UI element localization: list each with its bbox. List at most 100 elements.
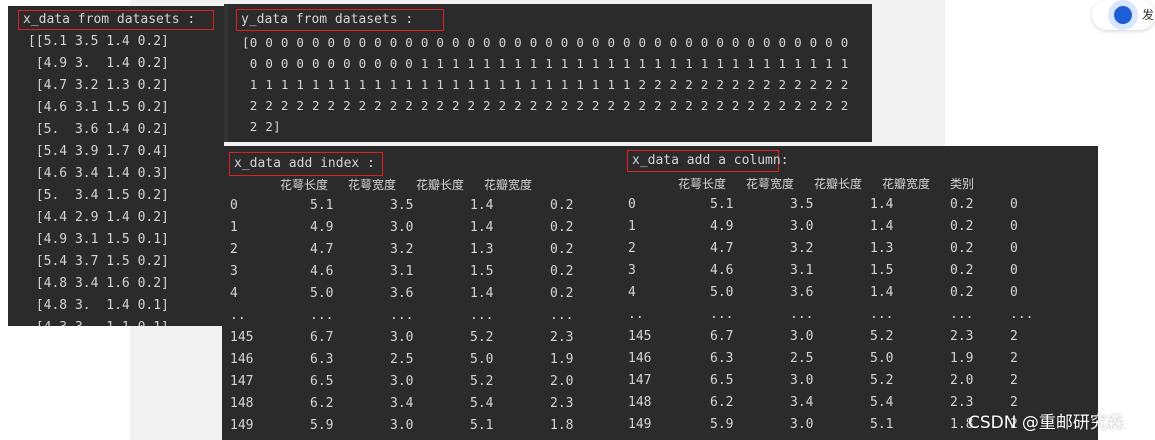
array-row: [5.4 3.9 1.7 0.4]	[28, 144, 169, 159]
table-cell: 1.3	[870, 241, 894, 256]
table-cell: 3.0	[390, 220, 414, 235]
row-index: 147	[230, 374, 254, 389]
table-cell: 2.3	[550, 330, 574, 345]
table-cell: 4.7	[710, 241, 734, 256]
array-row: [4.3 3. 1.1 0.1]	[28, 317, 169, 326]
column-table-title: x_data add a column:	[627, 150, 789, 172]
table-cell: 5.4	[870, 395, 894, 410]
array-row: [5. 3.6 1.4 0.2]	[28, 122, 169, 137]
table-cell: 5.0	[710, 285, 734, 300]
table-cell: 6.3	[710, 351, 734, 366]
table-cell: 5.0	[870, 351, 894, 366]
table-cell: 5.0	[310, 286, 334, 301]
row-index: 148	[230, 396, 254, 411]
table-cell: 0	[1010, 285, 1018, 300]
table-cell: 6.2	[710, 395, 734, 410]
row-index: 148	[628, 395, 652, 410]
table-cell: 0.2	[950, 285, 974, 300]
table-cell: 5.2	[470, 330, 494, 345]
array-row: [4.8 3. 1.4 0.1]	[28, 298, 169, 313]
table-cell: 3.5	[790, 197, 814, 212]
table-cell: 6.7	[310, 330, 334, 345]
table-cell: 2	[1010, 351, 1018, 366]
row-index: 1	[230, 220, 238, 235]
x-data-title: x_data from datasets :	[18, 10, 214, 30]
table-cell: 0.2	[550, 220, 574, 235]
array-row: 2 2]	[242, 119, 281, 134]
table-cell: 3.1	[790, 263, 814, 278]
row-index: ..	[628, 307, 644, 322]
table-cell: 6.5	[310, 374, 334, 389]
x-data-column-panel: x_data add a column: 花萼长度 花萼宽度 花瓣长度 花瓣宽度 类别 0…	[620, 146, 1098, 440]
table-cell: ...	[790, 307, 814, 322]
table-cell: 1.9	[550, 352, 574, 367]
column-header: 花瓣宽度	[484, 178, 533, 192]
table-cell: 2.0	[950, 373, 974, 388]
array-row: [4.4 2.9 1.4 0.2]	[28, 210, 169, 225]
table-cell: 4.7	[310, 242, 334, 257]
table-cell: 3.1	[390, 264, 414, 279]
table-cell: 0.2	[950, 219, 974, 234]
table-cell: 1.4	[870, 197, 894, 212]
table-cell: 3.0	[790, 373, 814, 388]
table-cell: 0.2	[550, 286, 574, 301]
table-cell: 0.2	[950, 241, 974, 256]
column-header: 花萼宽度	[348, 178, 397, 192]
table-cell: 0	[1010, 241, 1018, 256]
table-cell: 3.0	[390, 330, 414, 345]
table-cell: 0.2	[950, 197, 974, 212]
table-cell: 1.4	[470, 198, 494, 213]
table-cell: 3.0	[790, 417, 814, 432]
row-index: 149	[230, 418, 254, 433]
table-cell: 1.4	[870, 219, 894, 234]
table-cell: 1.4	[470, 286, 494, 301]
table-cell: 3.5	[390, 198, 414, 213]
table-cell: ...	[870, 307, 894, 322]
table-cell: 3.0	[790, 329, 814, 344]
table-cell: 5.2	[870, 329, 894, 344]
table-cell: 6.3	[310, 352, 334, 367]
row-index: 146	[230, 352, 254, 367]
assistant-avatar-icon	[1108, 0, 1138, 30]
column-header: 花萼长度	[280, 178, 329, 192]
table-cell: 5.1	[870, 417, 894, 432]
floating-assistant-badge[interactable]: 发	[1092, 0, 1155, 30]
column-header: 花瓣宽度	[882, 177, 931, 191]
array-row: 0 0 0 0 0 0 0 0 0 0 0 1 1 1 1 1 1 1 1 1 …	[242, 56, 849, 71]
table-cell: 5.9	[310, 418, 334, 433]
row-index: 145	[230, 330, 254, 345]
table-cell: 1.9	[950, 351, 974, 366]
array-row: [4.7 3.2 1.3 0.2]	[28, 78, 169, 93]
table-cell: 6.7	[710, 329, 734, 344]
row-index: 147	[628, 373, 652, 388]
row-index: 146	[628, 351, 652, 366]
watermark: CSDN @重邮研究森	[968, 413, 1124, 433]
y-data-title: y_data from datasets :	[236, 9, 444, 31]
table-cell: 3.2	[390, 242, 414, 257]
array-row: [5. 3.4 1.5 0.2]	[28, 188, 169, 203]
gutter	[224, 4, 228, 142]
table-cell: 0.2	[550, 198, 574, 213]
column-header: 花瓣长度	[814, 177, 863, 191]
row-index: 1	[628, 219, 636, 234]
row-index: 3	[230, 264, 238, 279]
array-row: [0 0 0 0 0 0 0 0 0 0 0 0 0 0 0 0 0 0 0 0…	[242, 35, 849, 50]
table-cell: 3.2	[790, 241, 814, 256]
table-cell: 6.2	[310, 396, 334, 411]
table-cell: 2.0	[550, 374, 574, 389]
table-cell: 3.0	[390, 418, 414, 433]
array-row: [5.4 3.7 1.5 0.2]	[28, 254, 169, 269]
x-data-index-panel: x_data add index : 花萼长度 花萼宽度 花瓣长度 花瓣宽度 0 5.1 3…	[222, 146, 620, 440]
row-index: 0	[230, 198, 238, 213]
table-cell: ...	[1010, 307, 1034, 322]
row-index: 4	[628, 285, 636, 300]
table-cell: 2	[1010, 373, 1018, 388]
array-row: [4.9 3.1 1.5 0.1]	[28, 232, 169, 247]
table-cell: 4.6	[310, 264, 334, 279]
column-header: 花萼宽度	[746, 177, 795, 191]
column-header: 花萼长度	[678, 177, 727, 191]
table-cell: 1.4	[470, 220, 494, 235]
index-table-title: x_data add index :	[229, 152, 383, 176]
table-cell: 0	[1010, 197, 1018, 212]
table-cell: 4.9	[310, 220, 334, 235]
